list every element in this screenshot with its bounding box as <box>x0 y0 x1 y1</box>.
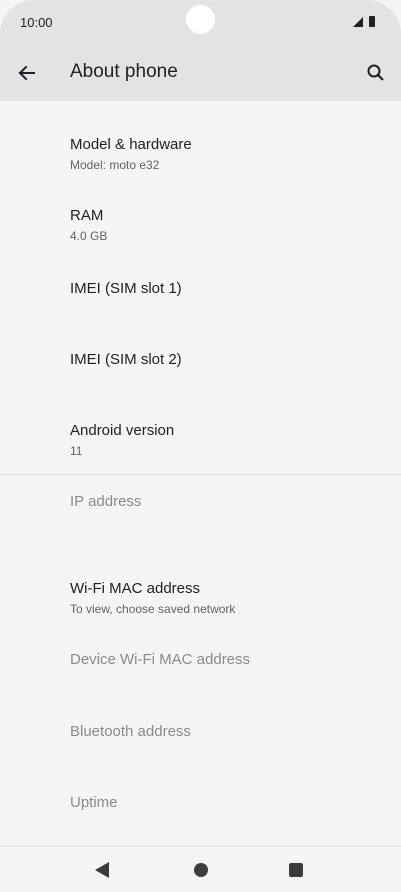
item-title: Bluetooth address <box>70 723 191 740</box>
home-circle-icon[interactable] <box>194 863 208 877</box>
item-title: Android version <box>70 422 175 439</box>
item-summary: Model: moto e32 <box>70 158 160 172</box>
search-icon <box>367 64 384 81</box>
status-icons <box>353 15 379 29</box>
status-time: 10:00 <box>20 15 53 30</box>
item-title: RAM <box>70 207 104 224</box>
back-button[interactable] <box>12 58 42 88</box>
list-item-imei-slot-2[interactable]: IMEI (SIM slot 2) <box>0 337 401 407</box>
item-title: Model & hardware <box>70 136 192 153</box>
item-title: Device Wi-Fi MAC address <box>70 651 251 668</box>
item-title: Wi-Fi MAC address <box>70 580 201 597</box>
list-item-android-version[interactable]: Android version 11 <box>0 407 401 477</box>
list-item-imei-slot-1[interactable]: IMEI (SIM slot 1) <box>0 266 401 336</box>
item-summary: To view, choose saved network <box>70 602 236 616</box>
arrow-left-icon <box>18 65 35 81</box>
back-triangle-icon[interactable] <box>95 862 109 878</box>
item-title: IP address <box>70 493 142 510</box>
search-button[interactable] <box>361 58 391 88</box>
list-item-ip-address: IP address <box>0 480 401 550</box>
list-item-uptime: Uptime <box>0 781 401 851</box>
item-summary: 4.0 GB <box>70 229 108 243</box>
camera-cutout <box>186 5 215 34</box>
item-summary: 11 <box>70 444 83 458</box>
list-item-ram[interactable]: RAM 4.0 GB <box>0 196 401 266</box>
divider <box>0 474 401 475</box>
item-title: IMEI (SIM slot 1) <box>70 280 182 297</box>
app-bar: 10:00 About phone <box>0 0 401 101</box>
list-item-bluetooth-address: Bluetooth address <box>0 710 401 780</box>
item-title: Uptime <box>70 794 118 811</box>
page-title: About phone <box>70 61 178 82</box>
battery-icon <box>369 16 375 27</box>
navigation-bar <box>0 846 401 892</box>
list-item-model-hardware[interactable]: Model & hardware Model: moto e32 <box>0 124 401 194</box>
list-item-device-wifi-mac-address: Device Wi-Fi MAC address <box>0 639 401 709</box>
recents-square-icon[interactable] <box>289 863 303 877</box>
list-item-wifi-mac-address[interactable]: Wi-Fi MAC address To view, choose saved … <box>0 567 401 637</box>
signal-icon <box>353 17 363 27</box>
phone-screen: 10:00 About phone Model & hardware Model… <box>0 0 401 892</box>
item-title: IMEI (SIM slot 2) <box>70 351 182 368</box>
